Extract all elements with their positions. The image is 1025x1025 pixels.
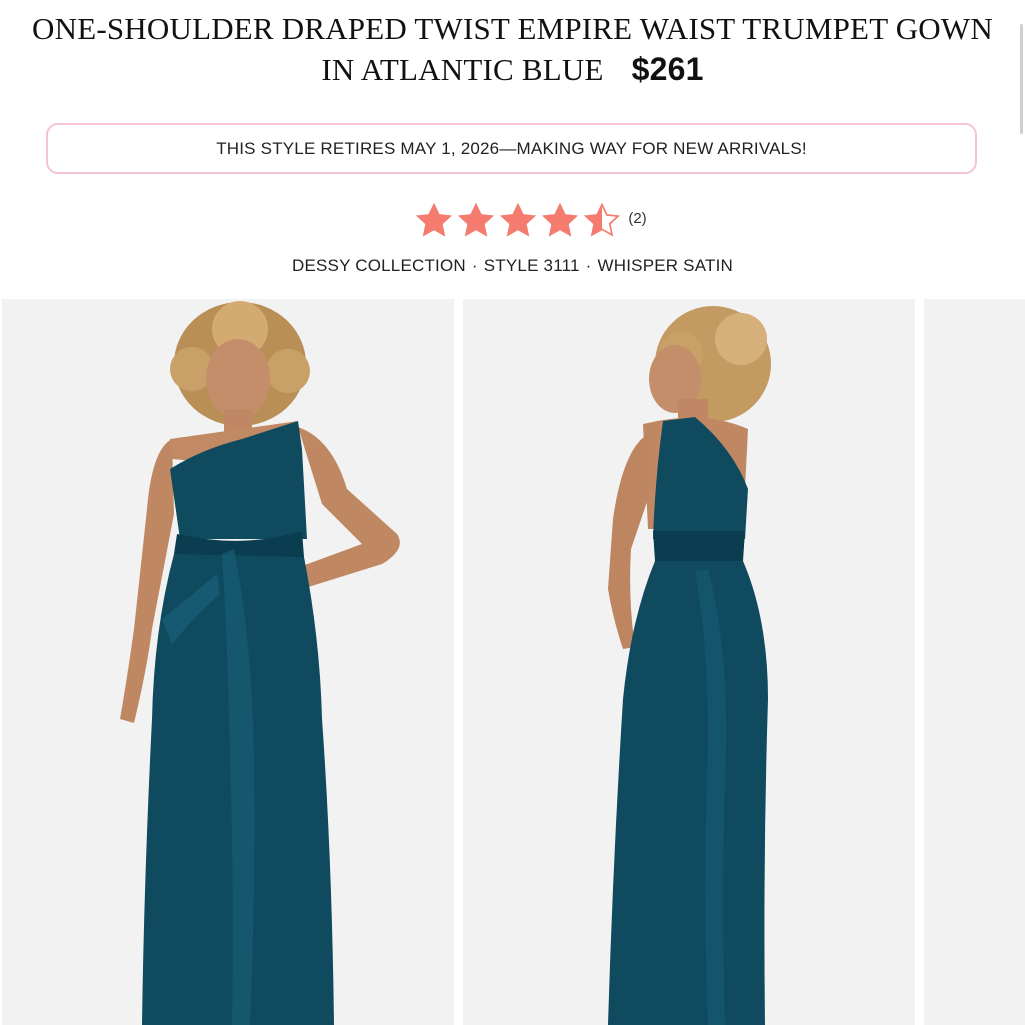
product-meta: DESSY COLLECTION · STYLE 3111 · WHISPER SATI… (0, 256, 1025, 276)
scrollbar[interactable] (1020, 24, 1023, 134)
model-back-illustration (608, 306, 771, 1025)
star-half-icon (584, 203, 621, 237)
review-count[interactable]: (2) (628, 210, 646, 227)
meta-separator: · (585, 256, 592, 275)
model-front-illustration (120, 301, 400, 1025)
product-title-line2: IN ATLANTIC BLUE (321, 52, 604, 87)
product-price: $261 (631, 51, 704, 87)
style-number: STYLE 3111 (483, 256, 580, 275)
retirement-banner-text: THIS STYLE RETIRES MAY 1, 2026—MAKING WA… (216, 138, 807, 158)
star-full-icon (542, 203, 579, 237)
rating-row[interactable]: (2) (0, 203, 1025, 237)
collection-name: DESSY COLLECTION (292, 256, 466, 275)
product-title: ONE-SHOULDER DRAPED TWIST EMPIRE WAIST T… (0, 8, 1025, 90)
product-image-back[interactable] (463, 299, 915, 1025)
product-image-front[interactable] (2, 299, 454, 1025)
meta-separator: · (471, 256, 478, 275)
star-full-icon (458, 203, 495, 237)
product-title-line1: ONE-SHOULDER DRAPED TWIST EMPIRE WAIST T… (32, 11, 993, 46)
star-full-icon (416, 203, 453, 237)
retirement-banner: THIS STYLE RETIRES MAY 1, 2026—MAKING WA… (46, 123, 977, 174)
star-full-icon (500, 203, 537, 237)
product-image-next[interactable] (924, 299, 1025, 1025)
star-rating[interactable] (416, 203, 621, 237)
fabric-name: WHISPER SATIN (597, 256, 733, 275)
image-gallery[interactable] (0, 299, 1025, 1025)
